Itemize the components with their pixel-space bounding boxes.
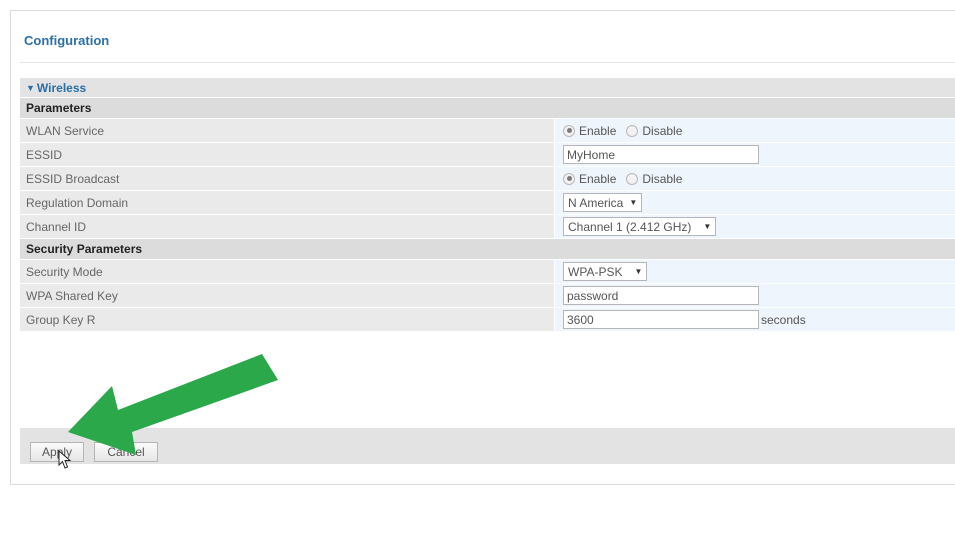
regulation-domain-label: Regulation Domain (20, 191, 555, 214)
wpa-shared-key-label: WPA Shared Key (20, 284, 555, 307)
wpa-shared-key-input[interactable] (563, 286, 759, 305)
channel-id-label: Channel ID (20, 215, 555, 238)
wireless-section-header[interactable]: ▼ Wireless (20, 78, 955, 98)
essid-broadcast-enable-radio[interactable]: Enable (563, 172, 616, 186)
essid-broadcast-disable-radio[interactable]: Disable (626, 172, 682, 186)
radio-unselected-icon (626, 124, 639, 137)
group-key-unit: seconds (761, 312, 806, 327)
essid-label: ESSID (20, 143, 555, 166)
table-row: Channel ID Channel 1 (2.412 GHz) ▼ (20, 215, 955, 239)
parameters-heading: Parameters (20, 98, 955, 119)
table-row: Regulation Domain N America ▼ (20, 191, 955, 215)
essid-broadcast-label: ESSID Broadcast (20, 167, 555, 190)
table-row: WLAN Service Enable Disable (20, 119, 955, 143)
cancel-button[interactable]: Cancel (94, 442, 158, 462)
radio-selected-icon (563, 172, 575, 185)
group-key-input[interactable] (563, 310, 759, 329)
essid-input[interactable] (563, 145, 759, 164)
wlan-service-enable-radio[interactable]: Enable (563, 124, 616, 138)
dropdown-caret-icon: ▼ (634, 267, 643, 276)
page-title: Configuration (24, 33, 110, 48)
channel-id-select[interactable]: Channel 1 (2.412 GHz) ▼ (563, 217, 717, 236)
security-parameters-heading: Security Parameters (20, 239, 955, 260)
title-divider (20, 62, 955, 63)
table-row: Group Key R seconds (20, 308, 955, 332)
table-row: ESSID (20, 143, 955, 167)
wireless-table: ▼ Wireless Parameters WLAN Service Enabl… (20, 78, 955, 332)
dropdown-caret-icon: ▼ (629, 198, 638, 207)
group-key-label: Group Key R (20, 308, 555, 331)
apply-button[interactable]: Apply (30, 442, 84, 462)
wlan-service-label: WLAN Service (20, 119, 555, 142)
regulation-domain-select[interactable]: N America ▼ (563, 193, 643, 212)
security-mode-select[interactable]: WPA-PSK ▼ (563, 262, 648, 281)
radio-unselected-icon (626, 172, 639, 185)
collapse-triangle-icon: ▼ (26, 82, 35, 93)
wireless-section-label: Wireless (36, 80, 87, 95)
table-row: ESSID Broadcast Enable Disable (20, 167, 955, 191)
security-mode-label: Security Mode (20, 260, 555, 283)
action-bar (20, 428, 955, 464)
table-row: WPA Shared Key (20, 284, 955, 308)
table-row: Security Mode WPA-PSK ▼ (20, 260, 955, 284)
dropdown-caret-icon: ▼ (703, 222, 712, 231)
radio-selected-icon (563, 124, 575, 137)
wlan-service-value: Enable Disable (555, 119, 955, 142)
wlan-service-disable-radio[interactable]: Disable (626, 124, 682, 138)
